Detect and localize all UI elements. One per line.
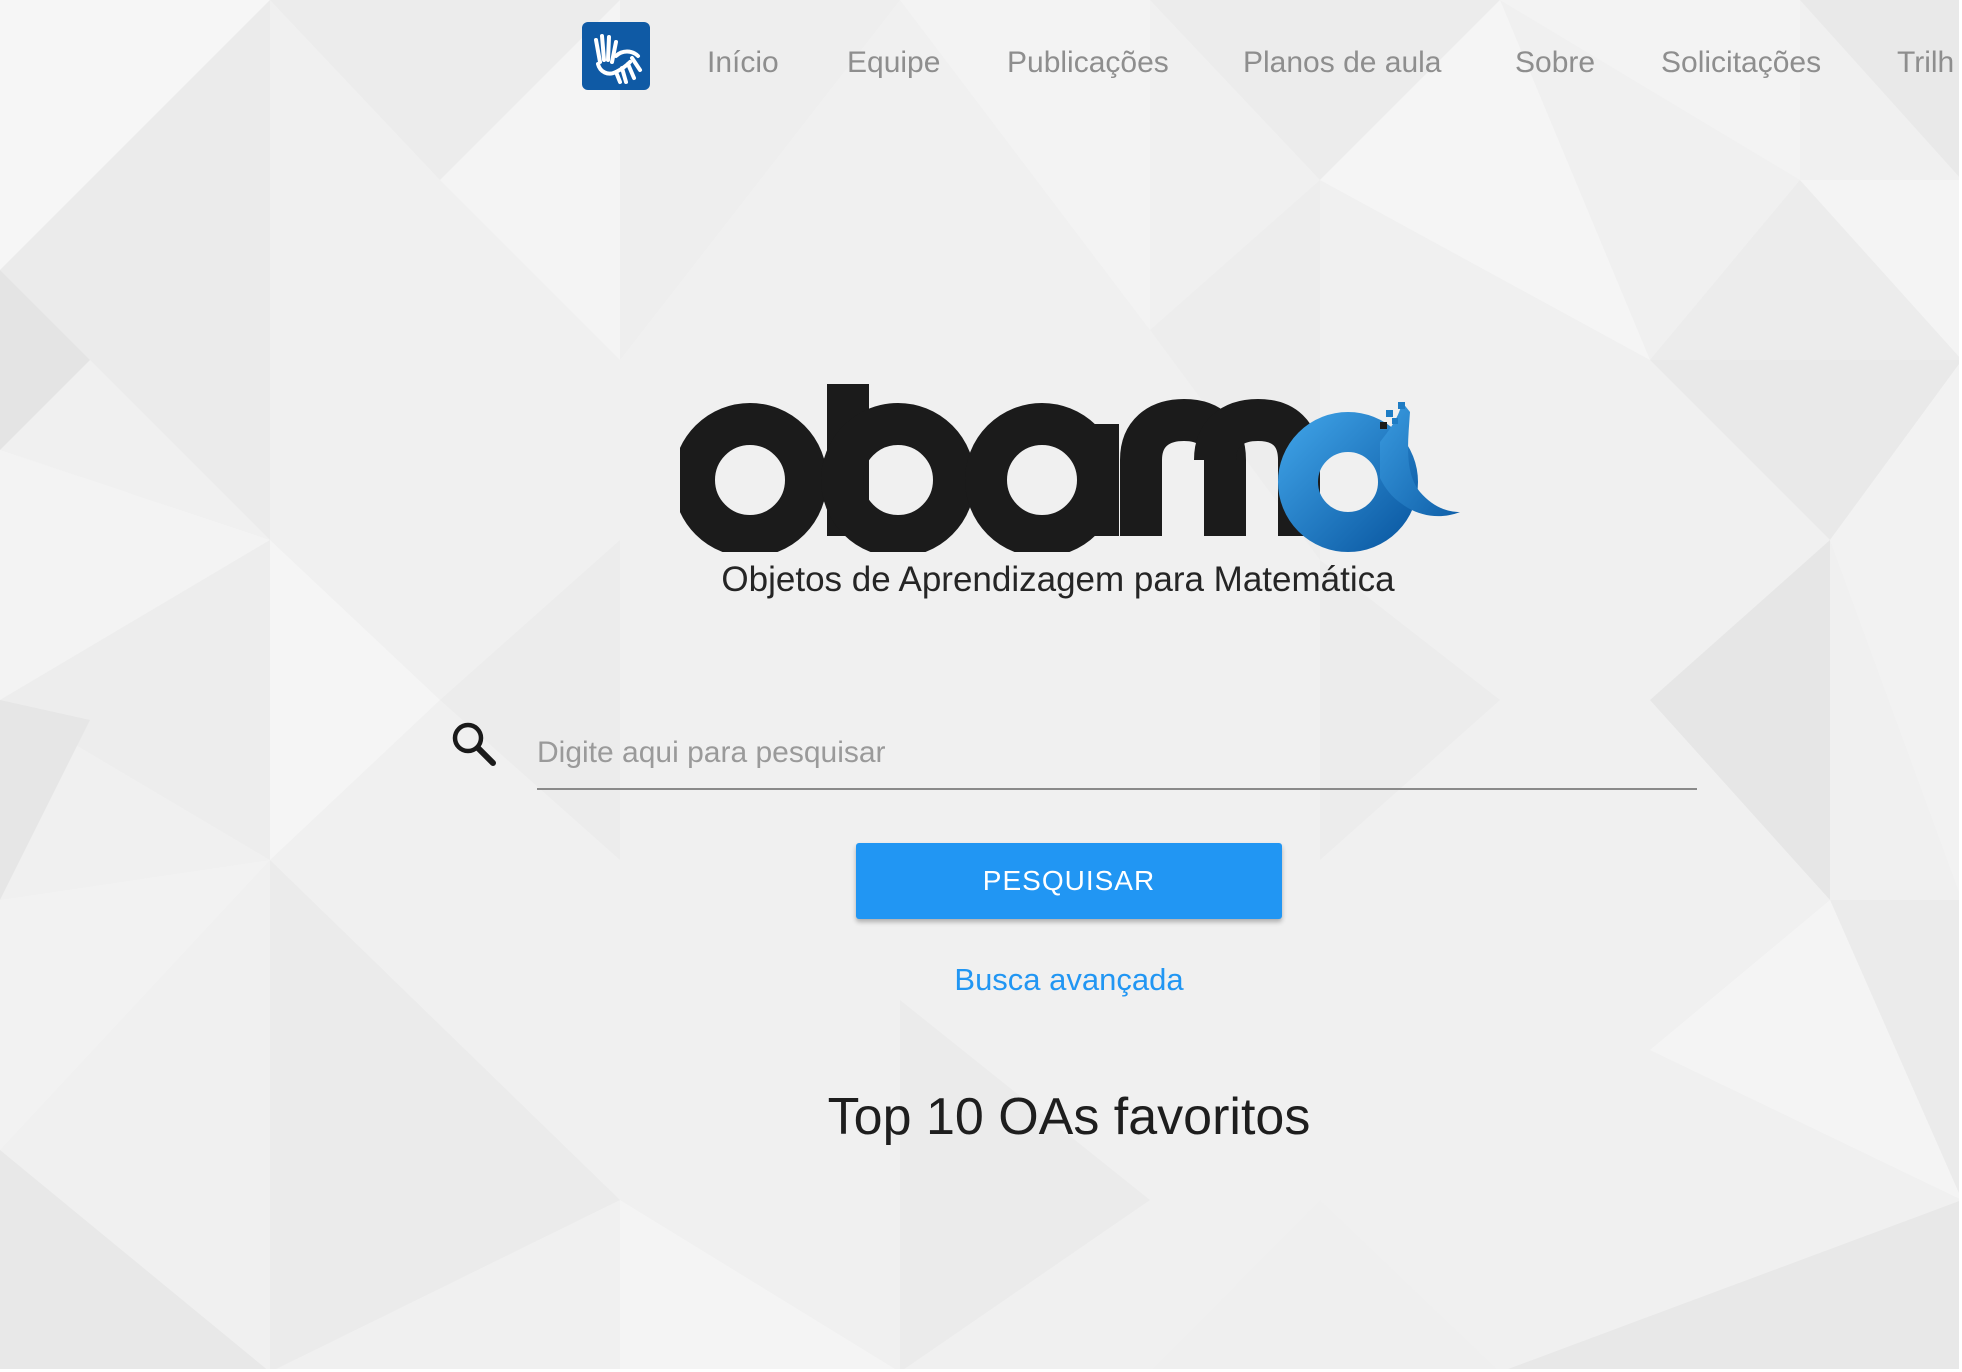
top-navigation: Início Equipe Publicações Planos de aula…: [0, 0, 1962, 130]
background-pattern: [0, 0, 1962, 1372]
obama-logo: [673, 382, 1460, 557]
logo-subtitle: Objetos de Aprendizagem para Matemática: [721, 560, 1395, 599]
nav-item-planos-de-aula[interactable]: Planos de aula: [1243, 40, 1442, 86]
nav-item-inicio[interactable]: Início: [707, 40, 779, 86]
search-button[interactable]: PESQUISAR: [856, 843, 1282, 919]
nav-item-solicitacoes[interactable]: Solicitações: [1661, 40, 1821, 86]
logo-wordmark: [673, 384, 1460, 557]
nav-item-trilhas[interactable]: Trilh: [1897, 40, 1954, 86]
hands-icon: [594, 34, 642, 84]
search-input[interactable]: [537, 718, 1697, 790]
top10-section-title: Top 10 OAs favoritos: [827, 1088, 1311, 1146]
advanced-search-link[interactable]: Busca avançada: [0, 962, 1962, 998]
nav-item-equipe[interactable]: Equipe: [847, 40, 940, 86]
nav-item-sobre[interactable]: Sobre: [1515, 40, 1595, 86]
search-icon[interactable]: [448, 718, 500, 770]
sign-language-icon[interactable]: [582, 22, 650, 90]
nav-item-publicacoes[interactable]: Publicações: [1007, 40, 1169, 86]
